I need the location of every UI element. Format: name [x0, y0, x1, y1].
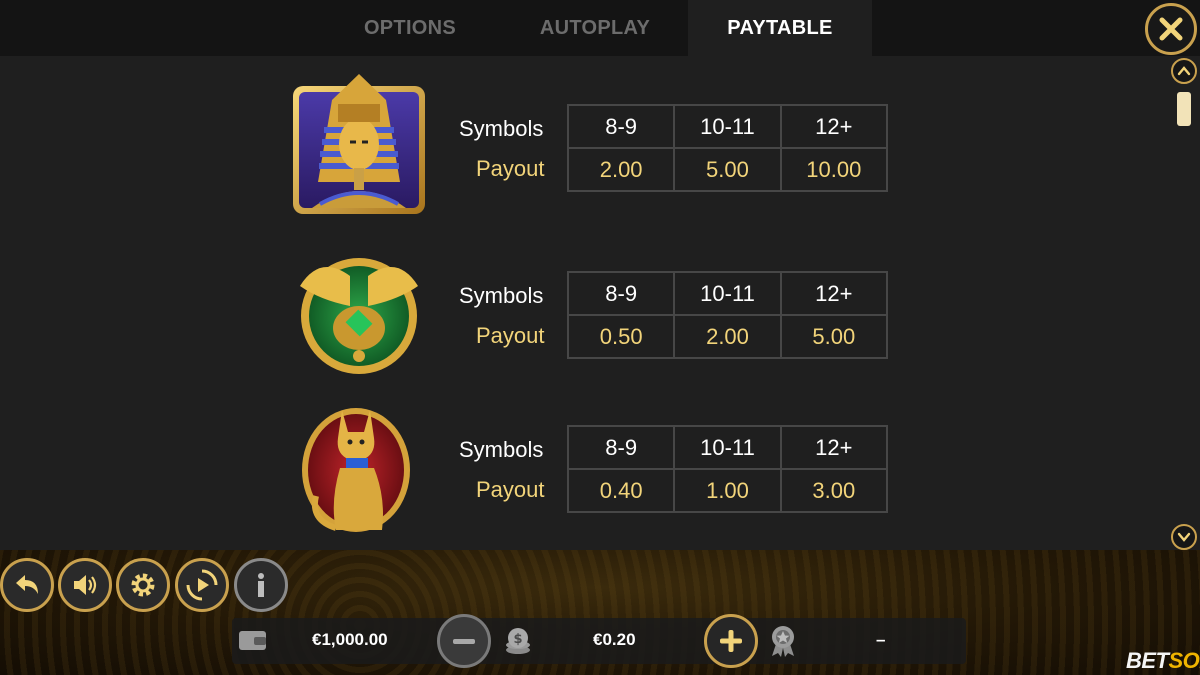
count-cell: 8-9: [566, 425, 676, 470]
symbols-label: Symbols: [459, 116, 544, 141]
payout-cell: 2.00: [673, 314, 782, 359]
count-cell: 10-11: [673, 271, 782, 316]
bet-value: €0.20: [593, 630, 636, 649]
cat-symbol-icon: [302, 408, 410, 532]
tab-bar: OPTIONS AUTOPLAY PAYTABLE: [0, 0, 1200, 56]
close-icon: [1159, 17, 1183, 41]
chevron-down-icon: [1177, 532, 1191, 542]
payout-cell: 0.40: [566, 468, 676, 513]
payout-label: Payout: [476, 477, 545, 502]
payout-cell: 10.00: [779, 147, 889, 192]
autoplay-icon: [186, 569, 218, 601]
scroll-up-button[interactable]: [1171, 58, 1197, 84]
svg-text:$: $: [513, 632, 522, 647]
count-cell: 10-11: [673, 104, 782, 149]
payout-cell: 5.00: [673, 147, 782, 192]
symbols-label: Symbols: [459, 437, 544, 462]
payout-cell: 3.00: [779, 468, 889, 513]
payout-cell: 2.00: [566, 147, 676, 192]
plus-icon: [720, 630, 742, 652]
sound-icon: [74, 575, 97, 595]
info-button[interactable]: [234, 558, 288, 612]
payout-label: Payout: [476, 156, 545, 181]
count-cell: 12+: [779, 425, 889, 470]
count-cell: 10-11: [673, 425, 782, 470]
scroll-down-button[interactable]: [1171, 524, 1197, 550]
back-icon: [16, 575, 38, 594]
scrollbar-thumb[interactable]: [1177, 92, 1191, 126]
count-cell: 8-9: [566, 271, 676, 316]
settings-button[interactable]: [116, 558, 170, 612]
betsoft-logo: BETSOFT: [1126, 648, 1200, 674]
payout-cell: 0.50: [566, 314, 676, 359]
payout-table: 8-9 10-11 12+ 0.50 2.00 5.00: [566, 271, 889, 359]
payout-table: 8-9 10-11 12+ 0.40 1.00 3.00: [566, 425, 889, 513]
balance-value: €1,000.00: [312, 630, 388, 649]
close-button[interactable]: [1145, 3, 1197, 55]
chevron-up-icon: [1177, 66, 1191, 76]
logo-text-soft: SOFT: [1168, 648, 1200, 673]
back-button[interactable]: [0, 558, 54, 612]
count-cell: 12+: [779, 271, 889, 316]
count-cell: 12+: [779, 104, 889, 149]
tab-options[interactable]: OPTIONS: [318, 0, 502, 56]
payout-cell: 1.00: [673, 468, 782, 513]
win-badge-icon: [772, 626, 794, 657]
bet-increase-button[interactable]: [704, 614, 758, 668]
symbols-label: Symbols: [459, 283, 544, 308]
wallet-icon: [239, 631, 266, 650]
autoplay-button[interactable]: [175, 558, 229, 612]
payout-cell: 5.00: [779, 314, 889, 359]
scrollbar-track[interactable]: [1177, 88, 1191, 520]
coins-icon: $: [506, 628, 530, 654]
scarab-symbol-icon: [300, 258, 418, 374]
sound-button[interactable]: [58, 558, 112, 612]
tab-paytable[interactable]: PAYTABLE: [688, 0, 872, 56]
minus-icon: [453, 639, 475, 644]
info-icon: [258, 573, 264, 597]
payout-table: 8-9 10-11 12+ 2.00 5.00 10.00: [566, 104, 889, 192]
logo-text-bet: BET: [1126, 648, 1169, 673]
tab-autoplay[interactable]: AUTOPLAY: [503, 0, 687, 56]
win-value: –: [876, 630, 886, 649]
settings-icon: [131, 573, 155, 597]
count-cell: 8-9: [566, 104, 676, 149]
pharaoh-symbol-icon: [293, 74, 425, 214]
payout-label: Payout: [476, 323, 545, 348]
bet-decrease-button[interactable]: [437, 614, 491, 668]
